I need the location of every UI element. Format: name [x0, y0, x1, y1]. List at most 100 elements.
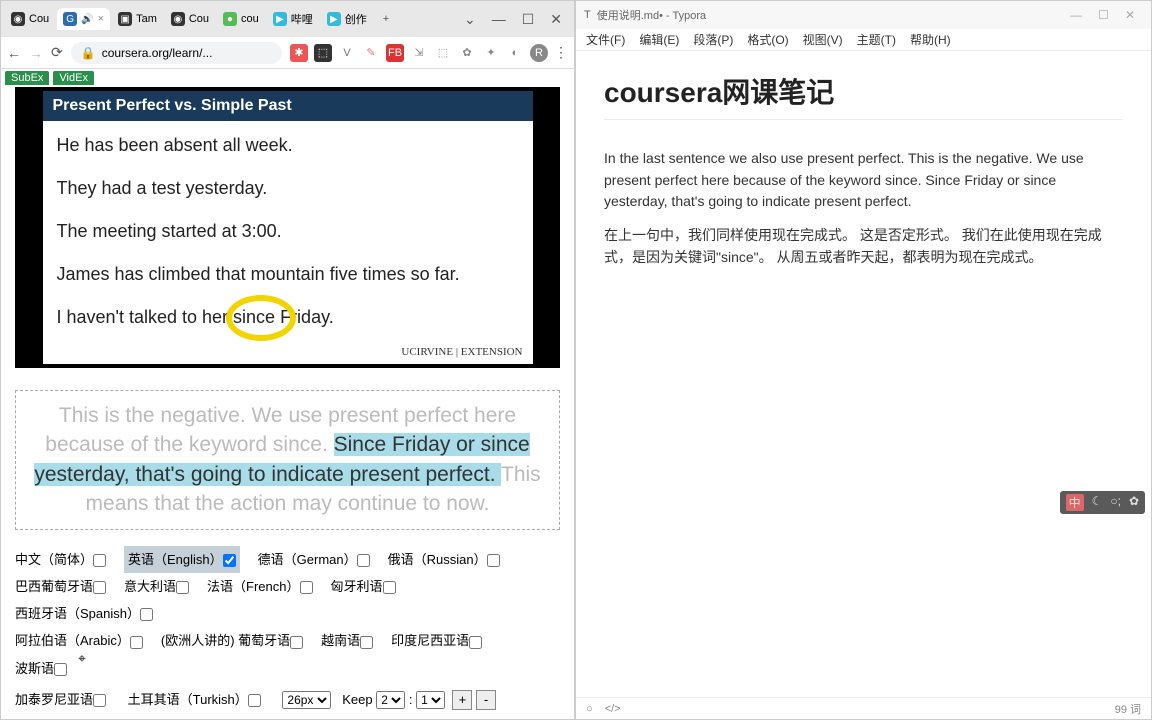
lang-option[interactable]: 英语（English）: [124, 546, 240, 573]
forward-icon[interactable]: →: [29, 45, 43, 61]
menu-theme[interactable]: 主题(T): [857, 31, 896, 48]
url-input[interactable]: 🔒 coursera.org/learn/...: [71, 42, 282, 64]
doc-heading[interactable]: coursera网课笔记: [604, 71, 1123, 120]
lang-checkbox[interactable]: [383, 581, 396, 594]
slide-line: I haven't talked to her since Friday.: [57, 307, 519, 328]
slide-line: James has climbed that mountain five tim…: [57, 264, 519, 285]
avatar[interactable]: R: [530, 44, 548, 62]
tab-1-active[interactable]: G🔊×: [57, 8, 110, 30]
address-bar: ← → ⟳ 🔒 coursera.org/learn/... ✱ ⬚ V ✎ F…: [1, 37, 574, 69]
tab-new[interactable]: +: [375, 9, 397, 29]
lang-option[interactable]: 西班牙语（Spanish）: [15, 600, 153, 627]
lang-checkbox[interactable]: [360, 636, 373, 649]
browser-content: Present Perfect vs. Simple Past He has b…: [1, 85, 574, 719]
lang-option[interactable]: 德语（German）: [258, 546, 370, 573]
ime-indicator[interactable]: 中: [1066, 494, 1084, 511]
videx-badge[interactable]: VidEx: [53, 71, 94, 85]
lang-checkbox[interactable]: [357, 554, 370, 567]
tool-icon[interactable]: ○;: [1110, 494, 1121, 511]
maximize-icon[interactable]: ☐: [1098, 8, 1109, 22]
lang-option[interactable]: 俄语（Russian）: [388, 546, 500, 573]
minimize-icon[interactable]: —: [492, 11, 506, 28]
maximize-icon[interactable]: ☐: [522, 11, 535, 28]
lang-option[interactable]: 越南语: [321, 627, 373, 654]
lang-checkbox[interactable]: [487, 554, 500, 567]
ext-icon[interactable]: ✿: [458, 44, 476, 62]
highlight-circle: [226, 295, 296, 341]
lang-checkbox[interactable]: [93, 554, 106, 567]
tab-6[interactable]: ▶创作: [321, 7, 373, 31]
typora-editor[interactable]: coursera网课笔记 In the last sentence we als…: [576, 51, 1151, 697]
menu-paragraph[interactable]: 段落(P): [693, 31, 733, 48]
lang-label: 法语（French）: [207, 579, 299, 594]
lang-option[interactable]: 印度尼西亚语: [391, 627, 482, 654]
puzzle-icon[interactable]: ✦: [482, 44, 500, 62]
menu-icon[interactable]: ⋮: [554, 44, 568, 61]
ext-icon[interactable]: FB: [386, 44, 404, 62]
ext-icon[interactable]: ◐: [506, 44, 524, 62]
tab-5[interactable]: ▶哔哩: [267, 7, 319, 31]
lang-option[interactable]: 土耳其语（Turkish）: [128, 686, 261, 713]
lang-checkbox[interactable]: [93, 581, 106, 594]
menu-format[interactable]: 格式(O): [747, 31, 788, 48]
word-count[interactable]: 99 词: [1115, 701, 1141, 717]
chevron-down-icon[interactable]: ⌄: [464, 11, 476, 28]
minus-button[interactable]: -: [476, 690, 496, 710]
lang-checkbox[interactable]: [54, 663, 67, 676]
moon-icon[interactable]: ☾: [1092, 494, 1103, 511]
lang-checkbox[interactable]: [248, 694, 261, 707]
ext-icon[interactable]: ⬚: [434, 44, 452, 62]
lang-checkbox[interactable]: [176, 581, 189, 594]
ratio-select[interactable]: 1: [416, 691, 445, 709]
lang-label: 英语（English）: [128, 552, 223, 567]
minimize-icon[interactable]: —: [1070, 8, 1082, 22]
lang-checkbox[interactable]: [130, 636, 143, 649]
menu-view[interactable]: 视图(V): [803, 31, 843, 48]
lang-option[interactable]: 匈牙利语: [331, 573, 396, 600]
cursor-icon: ⌖: [78, 650, 86, 667]
gear-icon[interactable]: ✿: [1129, 494, 1139, 511]
tab-0[interactable]: ◉Cou: [5, 8, 55, 30]
lang-checkbox[interactable]: [223, 554, 236, 567]
ext-icon[interactable]: ✎: [362, 44, 380, 62]
fontsize-select[interactable]: 26px: [282, 691, 331, 709]
lang-checkbox[interactable]: [140, 608, 153, 621]
menu-file[interactable]: 文件(F): [586, 31, 625, 48]
ime-toolbar[interactable]: 中 ☾ ○; ✿: [1060, 491, 1145, 514]
lang-option[interactable]: 巴西葡萄牙语: [15, 573, 106, 600]
menu-edit[interactable]: 编辑(E): [639, 31, 679, 48]
close-icon[interactable]: ✕: [550, 11, 562, 28]
code-icon[interactable]: </>: [605, 703, 621, 715]
lang-checkbox[interactable]: [93, 694, 106, 707]
lang-checkbox[interactable]: [290, 636, 303, 649]
ext-icon[interactable]: V: [338, 44, 356, 62]
caption-box[interactable]: This is the negative. We use present per…: [15, 390, 560, 530]
ext-icon[interactable]: ⇲: [410, 44, 428, 62]
lang-option[interactable]: 意大利语: [124, 573, 189, 600]
lang-option[interactable]: 加泰罗尼亚语: [15, 686, 106, 713]
lang-option[interactable]: (欧洲人讲的) 葡萄牙语: [161, 627, 303, 654]
tab-3[interactable]: ◉Cou: [165, 8, 215, 30]
close-icon[interactable]: ✕: [1125, 8, 1135, 22]
back-icon[interactable]: ←: [7, 45, 21, 61]
lang-option[interactable]: 法语（French）: [207, 573, 312, 600]
lang-checkbox[interactable]: [300, 581, 313, 594]
close-icon[interactable]: ×: [98, 13, 104, 25]
lang-option[interactable]: 中文（简体）: [15, 546, 106, 573]
video-player[interactable]: Present Perfect vs. Simple Past He has b…: [15, 87, 560, 368]
ext-icon[interactable]: ✱: [290, 44, 308, 62]
keep-select[interactable]: 2: [376, 691, 405, 709]
lang-option[interactable]: 波斯语: [15, 655, 67, 682]
ext-icon[interactable]: ⬚: [314, 44, 332, 62]
tab-4[interactable]: ●cou: [217, 8, 265, 30]
tab-2[interactable]: ▣Tam: [112, 8, 163, 30]
plus-button[interactable]: +: [452, 690, 472, 710]
lang-checkbox[interactable]: [469, 636, 482, 649]
doc-paragraph[interactable]: In the last sentence we also use present…: [604, 148, 1123, 213]
lang-label: 匈牙利语: [331, 579, 383, 594]
outline-icon[interactable]: ○: [586, 703, 593, 715]
subex-badge[interactable]: SubEx: [5, 71, 49, 85]
menu-help[interactable]: 帮助(H): [910, 31, 951, 48]
reload-icon[interactable]: ⟳: [51, 44, 63, 61]
doc-paragraph[interactable]: 在上一句中，我们同样使用现在完成式。 这是否定形式。 我们在此使用现在完成式，是…: [604, 225, 1123, 268]
